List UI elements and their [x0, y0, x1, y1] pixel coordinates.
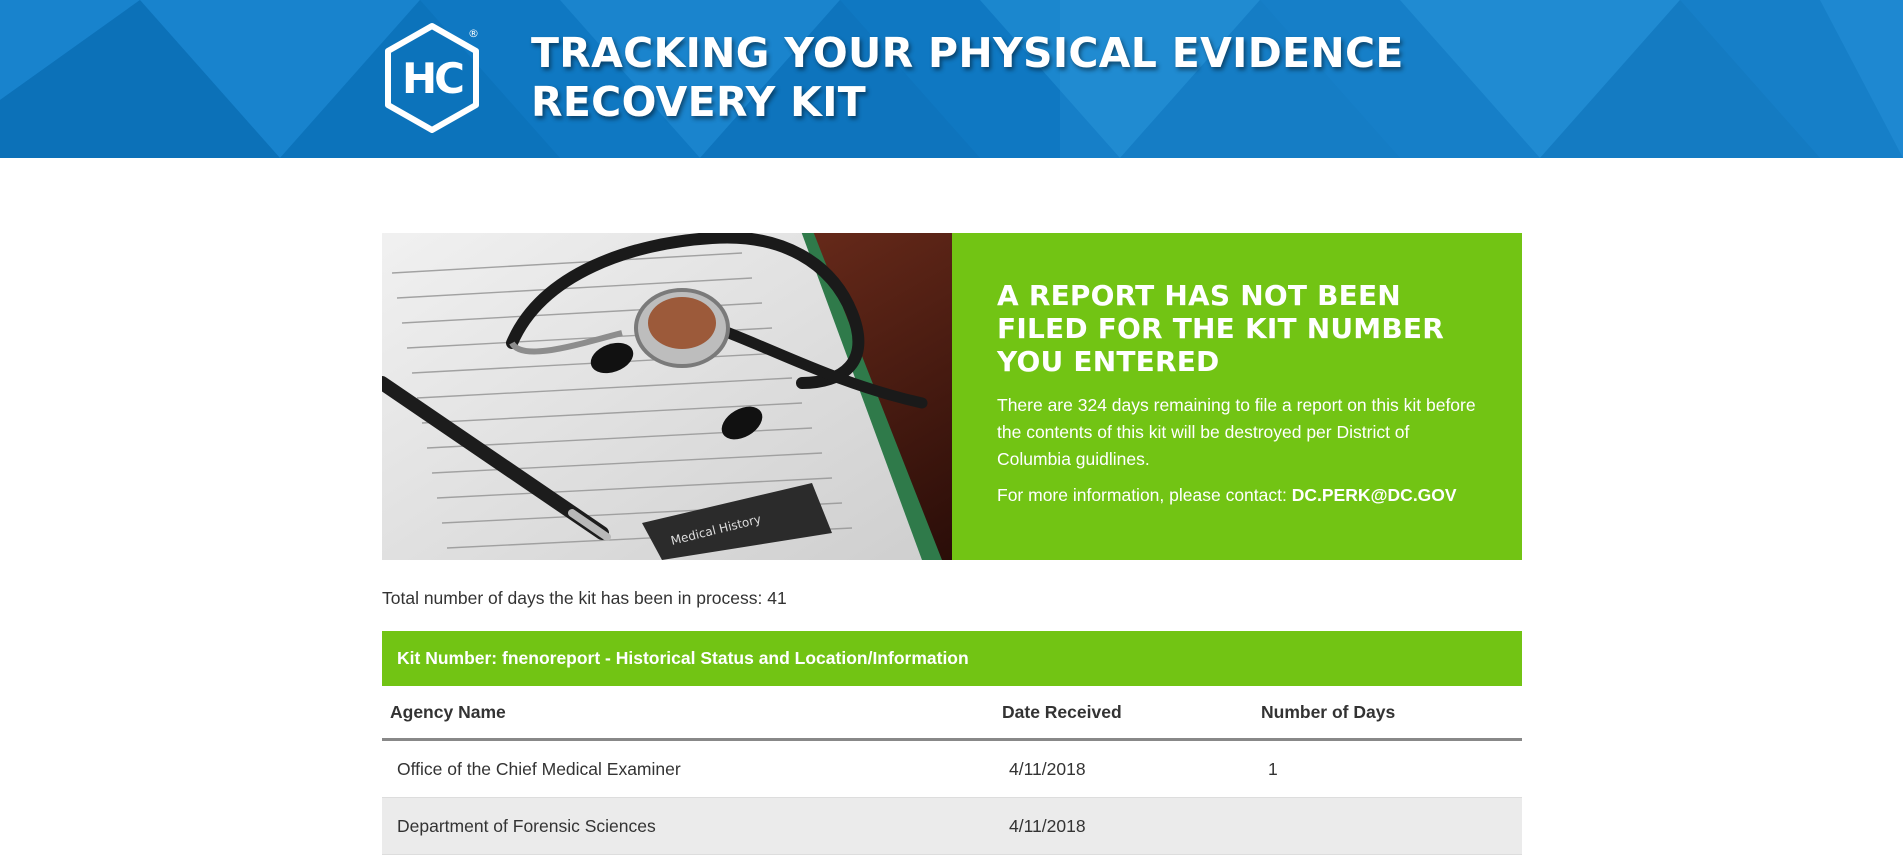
- days-in-process-label: Total number of days the kit has been in…: [382, 588, 768, 608]
- report-status-heading: A REPORT HAS NOT BEEN FILED FOR THE KIT …: [997, 279, 1482, 378]
- contact-email-link[interactable]: DC.PERK@DC.GOV: [1292, 485, 1457, 505]
- cell-number-of-days: [1253, 797, 1522, 855]
- page-header: HC ® TRACKING YOUR PHYSICAL EVIDENCE REC…: [0, 0, 1903, 158]
- page-title-line-1: TRACKING YOUR PHYSICAL EVIDENCE: [531, 29, 1404, 77]
- main-content: Medical History A REPORT HAS NOT BEEN FI…: [382, 233, 1522, 855]
- report-status-heading-line-2: FILED FOR THE KIT NUMBER: [997, 312, 1444, 345]
- cell-agency-name: Department of Forensic Sciences: [382, 797, 994, 855]
- report-status-heading-line-3: YOU ENTERED: [997, 345, 1220, 378]
- registered-mark: ®: [468, 27, 479, 40]
- hc-logo[interactable]: HC: [382, 22, 482, 134]
- column-header-date-received: Date Received: [994, 686, 1253, 741]
- page-title: TRACKING YOUR PHYSICAL EVIDENCE RECOVERY…: [531, 29, 1431, 127]
- table-header-row: Agency Name Date Received Number of Days: [382, 686, 1522, 741]
- svg-text:HC: HC: [402, 54, 463, 103]
- hero-illustration: Medical History: [382, 233, 952, 560]
- days-in-process: Total number of days the kit has been in…: [382, 588, 1522, 608]
- report-status-heading-line-1: A REPORT HAS NOT BEEN: [997, 279, 1401, 312]
- cell-number-of-days: 1: [1253, 739, 1522, 798]
- cell-agency-name: Office of the Chief Medical Examiner: [382, 739, 994, 798]
- column-header-number-of-days: Number of Days: [1253, 686, 1522, 741]
- status-hero: Medical History A REPORT HAS NOT BEEN FI…: [382, 233, 1522, 560]
- table-row: Office of the Chief Medical Examiner 4/1…: [382, 739, 1522, 798]
- column-header-agency-name: Agency Name: [382, 686, 994, 741]
- kit-number-heading: Kit Number: fnenoreport - Historical Sta…: [382, 631, 1522, 686]
- days-remaining-text: There are 324 days remaining to file a r…: [997, 395, 1476, 469]
- report-status-panel: A REPORT HAS NOT BEEN FILED FOR THE KIT …: [952, 233, 1522, 560]
- page-title-line-2: RECOVERY KIT: [531, 78, 867, 126]
- kit-history-table: Agency Name Date Received Number of Days…: [382, 686, 1522, 855]
- cell-date-received: 4/11/2018: [994, 739, 1253, 798]
- table-row: Department of Forensic Sciences 4/11/201…: [382, 797, 1522, 855]
- days-in-process-value: 41: [767, 588, 787, 608]
- cell-date-received: 4/11/2018: [994, 797, 1253, 855]
- stethoscope-clipboard-image: Medical History: [382, 233, 952, 560]
- contact-prefix: For more information, please contact:: [997, 485, 1292, 505]
- contact-text: For more information, please contact: DC…: [997, 482, 1482, 509]
